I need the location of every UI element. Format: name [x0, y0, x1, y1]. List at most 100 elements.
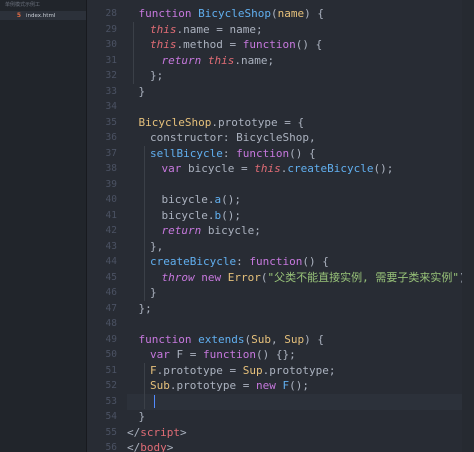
line-number: 34	[105, 101, 117, 112]
line-number: 44	[105, 256, 117, 267]
line-number: 42	[105, 225, 117, 236]
code-line: bicycle.b();	[127, 208, 474, 224]
code-token: }	[150, 286, 157, 299]
code-editor[interactable]: 28 29 30 31 32 33 34 35 36 37 38 39 40 41 42 43 44 45 46 47…	[87, 0, 474, 452]
code-token: },	[150, 239, 164, 253]
code-token: bicycle.	[161, 208, 215, 222]
code-token: .method =	[176, 38, 243, 51]
code-line: Sub.prototype = new F();	[127, 378, 474, 394]
line-number: 48	[105, 318, 117, 329]
line-number: 52	[105, 380, 117, 391]
code-token: this	[150, 22, 177, 36]
line-number: 45	[105, 271, 117, 283]
code-token: (	[260, 270, 268, 284]
code-token: ) {	[304, 7, 324, 20]
code-token: BicycleShop	[138, 115, 212, 129]
code-line: };	[127, 68, 474, 84]
code-token: ) {	[304, 332, 324, 346]
code-line: constructor: BicycleShop,	[127, 130, 474, 146]
code-token: Sup	[284, 332, 305, 346]
line-number: 49	[105, 333, 117, 345]
code-line: </body>	[127, 440, 474, 452]
line-number: 37	[105, 147, 117, 159]
code-line: function extends(Sub, Sup) {	[127, 332, 474, 348]
code-line: F.prototype = Sup.prototype;	[127, 363, 474, 379]
line-number: 46	[105, 287, 117, 298]
file-item-index-html[interactable]: 5 index.html	[0, 11, 86, 20]
line-number: 43	[105, 240, 117, 252]
code-token: Sup	[242, 363, 263, 377]
code-line: var bicycle = this.createBicycle();	[127, 161, 474, 177]
code-token: ,	[270, 332, 285, 346]
code-line: createBicycle: function() {	[127, 254, 474, 270]
code-token: name	[277, 7, 305, 20]
code-line: };	[127, 301, 474, 317]
code-token: ();	[373, 162, 394, 175]
project-folder-title[interactable]: 单例模式示例工	[0, 0, 86, 10]
code-token: throw	[161, 270, 202, 284]
code-line: return bicycle;	[127, 223, 474, 239]
line-number: 40	[105, 194, 117, 205]
code-token: var	[161, 162, 188, 175]
code-token: constructor: BicycleShop,	[150, 131, 316, 144]
code-token: function	[236, 146, 290, 160]
line-number: 56	[105, 442, 117, 452]
code-line: </script>	[127, 425, 474, 441]
line-number: 28	[105, 8, 117, 19]
editor-scrollbar[interactable]	[462, 0, 474, 452]
code-token: }	[138, 84, 146, 98]
code-line: }	[127, 409, 474, 425]
line-number: 33	[105, 85, 117, 97]
code-token: new	[201, 270, 228, 284]
code-line: throw new Error("父类不能直接实例, 需要子类来实例");	[127, 270, 474, 286]
code-line: bicycle.a();	[127, 192, 474, 208]
code-line: sellBicycle: function() {	[127, 146, 474, 162]
code-token: }	[138, 410, 146, 423]
code-token: createBicycle	[150, 255, 237, 268]
code-token: sellBicycle	[150, 146, 223, 160]
app-window: 单例模式示例工 5 index.html 28 29 30 31 32 33 34 35 36 3…	[0, 0, 474, 452]
code-token: Sub	[251, 332, 271, 346]
line-number: 38	[105, 163, 117, 174]
line-number: 31	[105, 54, 117, 66]
code-area[interactable]: function BicycleShop(name) {this.name = …	[127, 0, 474, 452]
code-token: .name = name;	[176, 22, 263, 36]
code-line: function BicycleShop(name) {	[127, 6, 474, 22]
code-token: };	[150, 69, 164, 82]
line-number: 35	[105, 116, 117, 128]
code-token: </	[127, 441, 141, 452]
code-token: function	[203, 348, 256, 361]
html-file-icon: 5	[16, 12, 22, 19]
line-number: 41	[105, 209, 117, 221]
code-token: BicycleShop	[198, 7, 271, 20]
code-line: var F = function() {};	[127, 347, 474, 363]
code-token: :	[222, 146, 237, 160]
code-token: .prototype;	[262, 363, 336, 377]
code-line: this.name = name;	[127, 22, 474, 38]
code-token: () {	[302, 255, 329, 268]
code-token: this	[207, 53, 235, 67]
code-token: </	[127, 425, 141, 439]
code-token: ();	[221, 208, 241, 222]
code-line: }	[127, 285, 474, 301]
code-token: this	[150, 38, 177, 51]
line-number: 47	[105, 302, 117, 314]
code-token: F	[150, 363, 157, 377]
line-number: 36	[105, 132, 117, 143]
code-token: >	[180, 425, 187, 439]
line-number: 51	[105, 364, 117, 376]
code-token: .prototype = {	[211, 115, 305, 129]
line-number: 29	[105, 23, 117, 35]
code-token: new	[255, 379, 283, 392]
line-number: 30	[105, 39, 117, 50]
line-number: 39	[105, 178, 117, 190]
code-token: bicycle =	[188, 162, 255, 175]
code-token: function	[138, 7, 199, 20]
code-token: bicycle;	[207, 224, 261, 237]
code-line: return this.name;	[127, 53, 474, 69]
code-token: ();	[289, 379, 309, 392]
line-number: 50	[105, 349, 117, 360]
